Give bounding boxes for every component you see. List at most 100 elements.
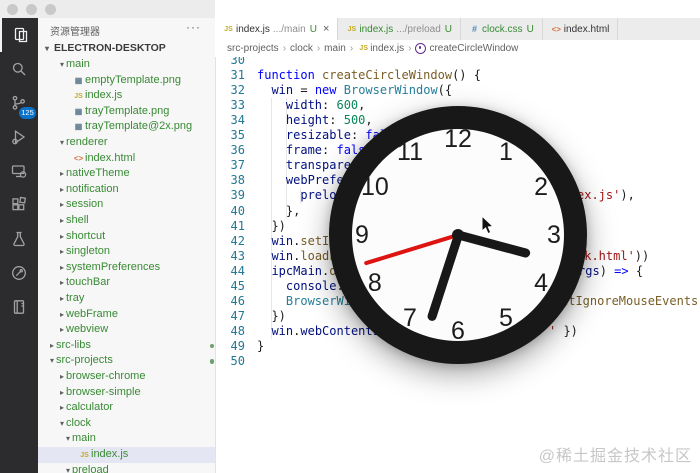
code-text: width: 600, — [257, 98, 365, 113]
chevron-down-icon: ▾ — [48, 353, 56, 369]
chevron-down-icon: ▾ — [58, 57, 66, 73]
tree-item-index-js[interactable]: JSindex.jsU — [38, 88, 216, 104]
tree-item-main[interactable]: ▾main — [38, 57, 216, 73]
tab-path-hint: .../main — [273, 24, 306, 35]
breadcrumb-item-index-js[interactable]: JSindex.js — [357, 43, 404, 54]
chevron-right-icon: ▸ — [48, 338, 56, 354]
chevron-right-icon: ▸ — [58, 307, 66, 323]
tree-item-singleton[interactable]: ▸singleton — [38, 244, 216, 260]
breadcrumb-label: clock — [290, 43, 313, 54]
tab-index-js-main[interactable]: JSindex.js.../mainU× — [215, 18, 338, 40]
tree-item-label: browser-chrome — [66, 370, 145, 382]
breadcrumb-item-main[interactable]: main — [324, 43, 346, 54]
run-debug-icon[interactable] — [0, 120, 38, 154]
explorer-icon[interactable] — [0, 18, 40, 52]
tree-item-label: tray — [66, 292, 84, 304]
remote-explorer-icon[interactable] — [0, 154, 38, 188]
line-number: 45 — [215, 279, 245, 294]
chevron-right-icon: ▸ — [58, 166, 66, 182]
source-control-icon[interactable]: 125 — [0, 86, 38, 120]
js-file-icon: JS — [346, 26, 357, 33]
tree-item-label: browser-simple — [66, 386, 141, 398]
tree-item-notification[interactable]: ▸notification — [38, 182, 216, 198]
chevron-right-icon: ▸ — [58, 400, 66, 416]
chevron-down-icon: ▾ — [58, 135, 66, 151]
line-number: 33 — [215, 98, 245, 113]
code-line-31[interactable]: 31function createCircleWindow() { — [215, 68, 700, 83]
traffic-light-close-button[interactable] — [7, 4, 18, 15]
search-icon[interactable] — [0, 52, 38, 86]
explorer-sidebar: 资源管理器 ··· ▾ELECTRON-DESKTOP ▾main▦emptyT… — [38, 18, 216, 473]
notebook-icon[interactable] — [0, 290, 38, 324]
tree-item-session[interactable]: ▸session — [38, 197, 216, 213]
tree-item-label: shortcut — [66, 230, 105, 242]
chevron-right-icon: ▸ — [58, 229, 66, 245]
chevron-right-icon: ▸ — [58, 385, 66, 401]
live-share-icon[interactable] — [0, 256, 38, 290]
tree-item-systempreferences[interactable]: ▸systemPreferences — [38, 260, 216, 276]
breadcrumb[interactable]: src-projects›clock›main›JSindex.js›creat… — [215, 40, 700, 57]
tab-label: clock.css — [482, 24, 523, 35]
tree-item-label: shell — [66, 214, 89, 226]
code-fragment: ' }) — [549, 324, 578, 339]
code-text: win = new BrowserWindow({ — [257, 83, 452, 98]
tree-item-label: index.html — [85, 152, 135, 164]
chevron-right-icon: ▸ — [58, 244, 66, 260]
code-text: function createCircleWindow() { — [257, 68, 481, 83]
code-fragment: ex.js'), — [577, 188, 635, 203]
tree-item-label: webFrame — [66, 308, 118, 320]
breadcrumb-item-createcirclewindow[interactable]: createCircleWindow — [415, 43, 518, 54]
traffic-light-zoom-button[interactable] — [45, 4, 56, 15]
tree-item-calculator[interactable]: ▸calculator — [38, 400, 216, 416]
js-file-icon: JS — [72, 89, 85, 105]
tree-item-touchbar[interactable]: ▸touchBar — [38, 275, 216, 291]
tree-item-nativetheme[interactable]: ▸nativeTheme — [38, 166, 216, 182]
tree-item-shortcut[interactable]: ▸shortcut — [38, 229, 216, 245]
tree-item-browser-chrome[interactable]: ▸browser-chrome — [38, 369, 216, 385]
tree-item-src-libs[interactable]: ▸src-libs — [38, 338, 216, 354]
clock-center-cap — [452, 229, 464, 241]
tree-item-index-html[interactable]: <>index.htmlU — [38, 151, 216, 167]
tree-item-traytemplate-png[interactable]: ▦trayTemplate.pngU — [38, 104, 216, 120]
tab-clock-css[interactable]: #clock.cssU — [461, 18, 543, 40]
tab-label: index.js — [236, 24, 270, 35]
tree-item-label: nativeTheme — [66, 167, 130, 179]
breadcrumb-item-clock[interactable]: clock — [290, 43, 313, 54]
tree-item-src-projects[interactable]: ▾src-projects — [38, 353, 216, 369]
tree-item-label: renderer — [66, 136, 108, 148]
tree-item-tray[interactable]: ▸tray — [38, 291, 216, 307]
tree-item-shell[interactable]: ▸shell — [38, 213, 216, 229]
more-actions-icon[interactable]: ··· — [186, 20, 201, 34]
tree-item-label: trayTemplate@2x.png — [85, 120, 192, 132]
tab-label: index.js — [359, 24, 393, 35]
code-text: }, — [257, 204, 300, 219]
line-number: 46 — [215, 294, 245, 309]
tree-item-webview[interactable]: ▸webview — [38, 322, 216, 338]
tree-item-browser-simple[interactable]: ▸browser-simple — [38, 385, 216, 401]
extensions-icon[interactable] — [0, 188, 38, 222]
tree-item-label: systemPreferences — [66, 261, 160, 273]
tree-item-renderer[interactable]: ▾renderer — [38, 135, 216, 151]
tree-item-emptytemplate-png[interactable]: ▦emptyTemplate.pngU — [38, 73, 216, 89]
traffic-light-minimize-button[interactable] — [26, 4, 37, 15]
tree-item-label: notification — [66, 183, 119, 195]
tree-item-traytemplate-2x-png[interactable]: ▦trayTemplate@2x.pngU — [38, 119, 216, 135]
scm-badge: 125 — [19, 107, 36, 119]
line-number: 38 — [215, 173, 245, 188]
close-icon[interactable]: × — [323, 23, 329, 35]
code-line-32[interactable]: 32 win = new BrowserWindow({ — [215, 83, 700, 98]
testing-flask-icon[interactable] — [0, 222, 38, 256]
tab-index-js-preload[interactable]: JSindex.js.../preloadU — [338, 18, 461, 40]
line-number: 36 — [215, 143, 245, 158]
line-number: 40 — [215, 204, 245, 219]
tree-item-webframe[interactable]: ▸webFrame — [38, 307, 216, 323]
tree-root-electron-desktop[interactable]: ▾ELECTRON-DESKTOP — [38, 40, 215, 57]
tree-item-clock[interactable]: ▾clock — [38, 416, 216, 432]
tree-item-label: webview — [66, 323, 108, 335]
file-tree: ▾main▦emptyTemplate.pngUJSindex.jsU▦tray… — [38, 57, 215, 473]
clock-number-4: 4 — [527, 269, 555, 297]
tab-index-html[interactable]: <>index.html — [543, 18, 619, 40]
breadcrumb-item-src-projects[interactable]: src-projects — [227, 43, 279, 54]
git-status-badge: U — [310, 24, 317, 35]
explorer-title: 资源管理器 — [50, 23, 100, 38]
